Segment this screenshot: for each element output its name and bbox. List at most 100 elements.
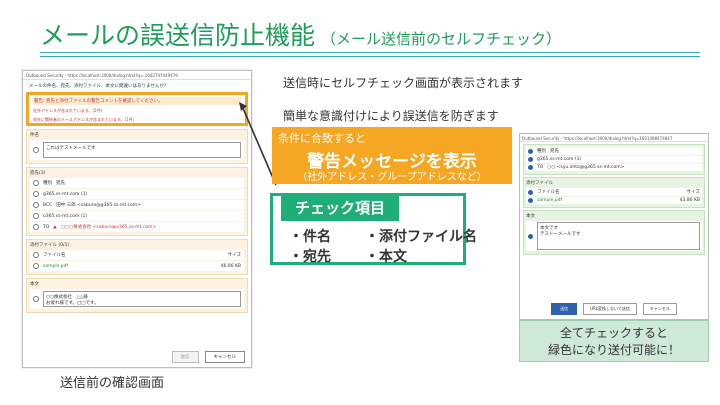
check-item: ・添付ファイル名 xyxy=(365,229,477,245)
recipients-all-checkbox[interactable] xyxy=(33,180,39,186)
warning-box: 警告: 宛先と添付ファイルの警告コメントを確認してください。 社外アドレスが含ま… xyxy=(26,92,248,126)
dialog-footer: 送信 キャンセル xyxy=(171,351,245,363)
recipient-address: 田中 三郎 <saburo@g365.ss-mt.com> xyxy=(56,203,141,208)
recipients-header: 宛先(3) xyxy=(30,171,46,176)
warning-line: 宛先に関係者のメールアドレスが含まれています。(1件) xyxy=(33,117,135,122)
domain-row: g365.ss-mt.com (1) xyxy=(526,156,702,163)
description-line-1: 送信時にセルフチェック画面が表示されます xyxy=(283,76,524,90)
cancel-button[interactable]: キャンセル xyxy=(642,303,677,315)
attachments-col-header: ファイル名 サイズ xyxy=(526,188,702,196)
warning-title: 警告: 宛先と添付ファイルの警告コメントを確認してください。 xyxy=(33,97,241,105)
warning-line: 社外アドレスが含まれています。(2件) xyxy=(33,108,103,113)
attachment-size: 43.86 KB xyxy=(679,198,700,203)
domain-label: g365.ss-mt.com (1) xyxy=(537,157,582,162)
send-button[interactable]: 送信 xyxy=(551,303,578,315)
col-filename: ファイル名 xyxy=(43,253,66,258)
body-preview: ○○株式会社 △△様 お疲れ様です。□□です。 xyxy=(43,291,241,307)
dialog-question: メールの件名、宛先、添付ファイル、本文に間違いはありませんか？ xyxy=(29,84,169,89)
send-without-url-button[interactable]: URL変換しないで送信 xyxy=(583,303,637,315)
attachments-section: 添付ファイル (0/1) ファイル名 サイズ sample.pdf 46.06 … xyxy=(26,239,248,275)
subject-section: 件名 これはテストメールです xyxy=(26,129,248,164)
description-line-2: 簡単な意識付けにより誤送信を防ぎます xyxy=(283,109,499,123)
body-line: テスト一メールです xyxy=(540,232,581,237)
checked-icon[interactable] xyxy=(528,165,533,170)
recipient-row: TO ○○ <syu.ohta@g365.ss-mt.com> xyxy=(526,164,702,171)
recipients-col-header: 種別 宛先 xyxy=(526,147,702,155)
check-items-heading: チェック項目 xyxy=(281,195,399,221)
warning-icon: ▲ xyxy=(53,224,57,230)
body-header: 本文 xyxy=(30,282,39,287)
recipient-address: □□○株式会社 <saburo@o365.ss-mt.com> xyxy=(60,225,157,230)
callout-line-3: （社外アドレス・グループアドレスなど） xyxy=(297,172,487,183)
recipient-type: BCC xyxy=(43,202,53,208)
title-rule-1 xyxy=(40,52,700,53)
right-caption-line: 全てチェックすると xyxy=(559,326,668,340)
send-button[interactable]: 送信 xyxy=(171,351,199,363)
title-rule-2 xyxy=(40,56,700,57)
subject-value: これはテストメールです xyxy=(43,142,241,158)
recipients-col-header: 種別 宛先 xyxy=(30,178,244,188)
check-items-box: チェック項目 ・件名 ・添付ファイル名 ・宛先 ・本文 xyxy=(270,193,477,265)
body-checkbox[interactable] xyxy=(33,296,39,302)
recipients-section: 種別 宛先 g365.ss-mt.com (1) TO ○○ <syu.ohta… xyxy=(523,144,705,175)
domain-row: g365.ss-mt.com (1) xyxy=(30,189,244,199)
attachment-size: 46.06 KB xyxy=(220,263,241,269)
recipient-row: TO ▲ □□○株式会社 <saburo@o365.ss-mt.com> xyxy=(30,222,244,232)
body-section: 本文 本文です テスト一メールです xyxy=(523,210,705,255)
recipient-type: TO xyxy=(537,165,544,170)
callout-line-1: 条件に合致すると xyxy=(278,132,366,145)
col-size: サイズ xyxy=(227,253,241,258)
attachments-all-checkbox[interactable] xyxy=(33,252,39,258)
checked-icon[interactable] xyxy=(528,148,533,154)
recipients-section: 宛先(3) 種別 宛先 g365.ss-mt.com (1) BCC 田中 三郎… xyxy=(26,167,248,236)
title-sub: （メール送信前のセルフチェック） xyxy=(321,30,562,48)
check-item: ・件名 xyxy=(289,229,331,245)
attachment-row: sample.pdf 46.06 KB xyxy=(30,261,244,271)
attachment-name: sample.pdf xyxy=(537,198,563,203)
checked-icon[interactable] xyxy=(528,189,533,195)
col-size: サイズ xyxy=(686,190,700,195)
checked-icon[interactable] xyxy=(528,233,533,239)
domain-checkbox[interactable] xyxy=(33,191,39,197)
warning-callout: 条件に合致すると 警告メッセージを表示 （社外アドレス・グループアドレスなど） xyxy=(272,127,512,184)
dialog-footer: 送信 URL変換しないで送信 キャンセル xyxy=(520,303,708,315)
title-main: メールの誤送信防止機能 xyxy=(40,21,316,50)
dialog-titlebar: Outbound Security - https://localhost:30… xyxy=(23,71,251,80)
col-type: 種別 xyxy=(43,181,52,186)
col-to: 宛先 xyxy=(550,149,559,154)
col-to: 宛先 xyxy=(56,181,65,186)
checked-icon[interactable] xyxy=(528,157,533,162)
subject-checkbox[interactable] xyxy=(33,147,39,153)
left-caption: 送信前の確認画面 xyxy=(60,376,165,391)
body-header: 本文 xyxy=(526,214,535,219)
attachments-col-header: ファイル名 サイズ xyxy=(30,250,244,260)
attachment-checkbox[interactable] xyxy=(33,263,39,269)
body-line: お疲れ様です。□□です。 xyxy=(46,301,99,306)
recipient-address: ○○ <syu.ohta@g365.ss-mt.com> xyxy=(547,165,625,170)
attachment-name: sample.pdf xyxy=(43,263,69,269)
cancel-button[interactable]: キャンセル xyxy=(204,351,245,363)
domain-label: o365.ss-mt.com (1) xyxy=(43,213,88,219)
domain-checkbox[interactable] xyxy=(33,213,39,219)
right-caption: 全てチェックすると 緑色になり送付可能に！ xyxy=(519,320,709,362)
confirmation-dialog: Outbound Security - https://localhost:30… xyxy=(22,70,252,368)
attachment-row: sample.pdf 43.86 KB xyxy=(526,197,702,204)
checked-dialog: Outbound Security - https://localhost:30… xyxy=(519,133,709,320)
right-caption-line: 緑色になり送付可能に！ xyxy=(547,343,680,357)
body-row: 本文です テスト一メールです xyxy=(526,221,702,251)
check-item: ・宛先 xyxy=(289,249,331,265)
recipient-checkbox[interactable] xyxy=(33,202,39,208)
check-item: ・本文 xyxy=(365,249,407,265)
recipient-type: TO xyxy=(43,224,50,230)
dialog-titlebar: Outbound Security - https://localhost:30… xyxy=(520,134,708,142)
recipient-checkbox[interactable] xyxy=(33,224,39,230)
subject-header: 件名 xyxy=(30,133,39,138)
domain-row: o365.ss-mt.com (1) xyxy=(30,211,244,221)
attachments-section: 添付ファイル ファイル名 サイズ sample.pdf 43.86 KB xyxy=(523,177,705,208)
recipient-row: BCC 田中 三郎 <saburo@g365.ss-mt.com> xyxy=(30,200,244,210)
body-row: ○○株式会社 △△様 お疲れ様です。□□です。 xyxy=(30,289,244,309)
page-title: メールの誤送信防止機能 （メール送信前のセルフチェック） xyxy=(40,16,561,52)
subject-row: これはテストメールです xyxy=(30,140,244,160)
checked-icon[interactable] xyxy=(528,198,533,203)
attachments-header: 添付ファイル xyxy=(526,181,553,186)
